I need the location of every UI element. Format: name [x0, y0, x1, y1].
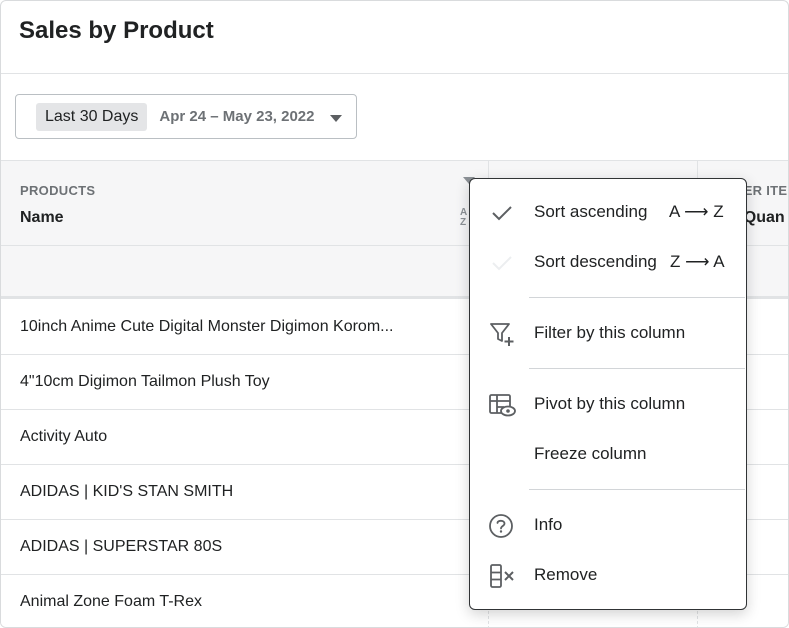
chevron-down-icon — [330, 115, 342, 122]
pivot-by-column-item[interactable]: Pivot by this column — [470, 381, 746, 427]
product-name-cell: Animal Zone Foam T-Rex — [20, 593, 202, 610]
check-icon — [488, 199, 516, 227]
question-circle-icon — [488, 512, 516, 540]
report-frame: Sales by Product Last 30 Days Apr 24 – M… — [0, 0, 789, 628]
column-context-menu: Sort ascending A ⟶ Z Sort descending Z ⟶… — [469, 178, 747, 610]
remove-column-label: Remove — [534, 565, 598, 584]
page-title: Sales by Product — [19, 17, 214, 44]
info-item[interactable]: Info — [470, 502, 746, 548]
freeze-column-item[interactable]: Freeze column — [470, 431, 746, 477]
menu-divider — [529, 368, 745, 369]
check-icon — [488, 249, 516, 277]
remove-column-item[interactable]: Remove — [470, 552, 746, 598]
date-range-picker[interactable]: Last 30 Days Apr 24 – May 23, 2022 — [15, 94, 357, 139]
product-name-cell: ADIDAS | SUPERSTAR 80S — [20, 538, 223, 555]
date-range-text: Apr 24 – May 23, 2022 — [159, 108, 315, 125]
freeze-column-label: Freeze column — [534, 444, 647, 463]
filter-by-column-item[interactable]: Filter by this column — [470, 310, 746, 356]
sort-descending-shortcut: Z ⟶ A — [670, 252, 725, 271]
sort-descending-item[interactable]: Sort descending Z ⟶ A — [470, 239, 746, 285]
pivot-by-column-label: Pivot by this column — [534, 394, 686, 413]
column-group-label: PRODUCTS — [20, 183, 96, 198]
product-name-cell: 4"10cm Digimon Tailmon Plush Toy — [20, 373, 270, 390]
title-divider — [1, 73, 788, 74]
remove-column-icon — [488, 562, 516, 590]
menu-divider — [529, 297, 745, 298]
pivot-table-eye-icon — [488, 391, 516, 419]
sort-az-icon[interactable]: AZ — [460, 208, 467, 228]
filter-add-icon — [488, 320, 516, 348]
sort-ascending-item[interactable]: Sort ascending A ⟶ Z — [470, 189, 746, 235]
product-name-cell: ADIDAS | KID'S STAN SMITH — [20, 483, 234, 500]
menu-divider — [529, 489, 745, 490]
sort-ascending-label: Sort ascending — [534, 202, 648, 221]
date-preset-chip: Last 30 Days — [36, 102, 148, 131]
info-label: Info — [534, 515, 563, 534]
column-header-name[interactable]: Name — [20, 209, 64, 227]
filter-by-column-label: Filter by this column — [534, 323, 686, 342]
sort-descending-label: Sort descending — [534, 252, 657, 271]
product-name-cell: 10inch Anime Cute Digital Monster Digimo… — [20, 318, 394, 335]
sort-ascending-shortcut: A ⟶ Z — [669, 202, 724, 221]
product-name-cell: Activity Auto — [20, 428, 108, 445]
